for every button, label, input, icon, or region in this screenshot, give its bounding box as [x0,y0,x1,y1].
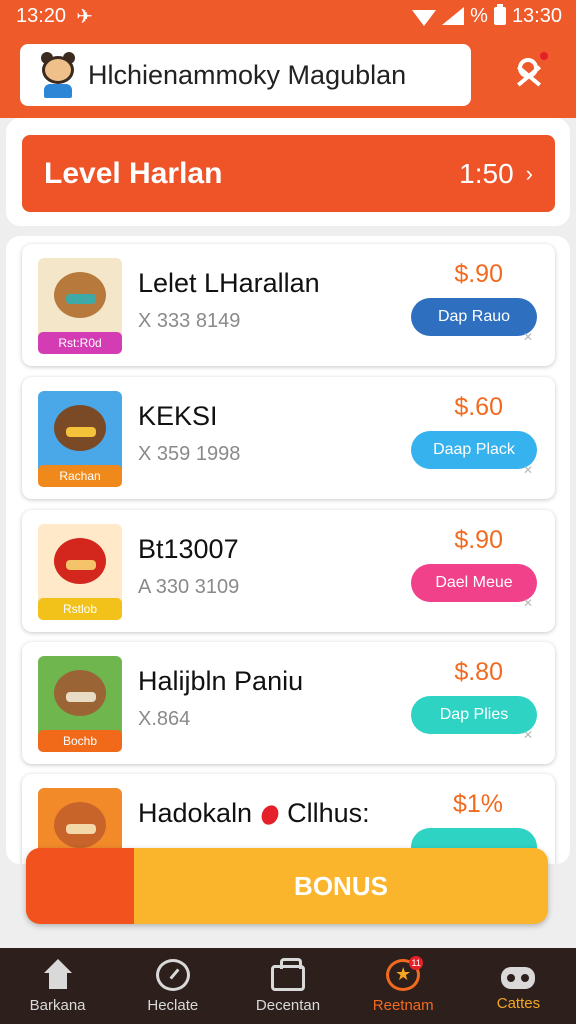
item-price: $.90 [454,526,503,554]
item-action-button[interactable]: Daap Plack [411,431,537,469]
level-banner[interactable]: Level Harlan 1:50 › [22,135,555,212]
signal-icon [442,7,465,25]
battery-icon [493,4,506,25]
home-icon [41,958,75,991]
item-list: Rst:R0d Lelet LHarallan X 333 8149 $.90 … [6,236,570,864]
status-left: 13:20 ✈ [16,4,93,29]
nav-label: Barkana [29,996,86,1014]
item-title-part: Cllhus: [287,798,370,828]
nav-badge: 11 [409,955,424,970]
nav-label: Decentan [255,996,321,1014]
wifi-icon [412,10,437,26]
corner-mark-icon: ✕ [522,463,533,477]
item-subtitle: X 333 8149 [138,310,241,332]
item-subtitle: X.864 [138,708,191,730]
status-bar: 13:20 ✈ % 13:30 [0,0,576,32]
status-percent: % [470,4,488,27]
list-item[interactable]: Rst:R0d Lelet LHarallan X 333 8149 $.90 … [22,244,555,366]
item-title: Hadokaln Cllhus: [138,798,370,829]
notification-icon: ✈ [76,5,93,28]
item-price: $.60 [454,393,503,421]
item-action-button[interactable]: Dap Rauo [411,298,537,336]
bottom-nav: Barkana Heclate Decentan ★ 11 Reetnam Ca… [0,948,576,1024]
item-thumbnail [38,391,122,475]
nav-label: Cattes [496,994,541,1012]
corner-mark-icon: ✕ [522,596,533,610]
status-clock: 13:30 [511,4,562,27]
level-right: 1:50 › [459,158,533,190]
item-tag: Rst:R0d [38,332,122,354]
item-tag: Rachan [38,465,122,487]
list-item[interactable]: Rachan KEKSI X 359 1998 $.60 Daap Plack … [22,377,555,499]
header: Hlchienammoky Magublan [0,32,576,118]
bonus-label: BONUS [294,870,388,901]
nav-item-heclate[interactable]: Heclate [115,948,230,1024]
item-thumbnail [38,656,122,740]
corner-mark-icon: ✕ [522,728,533,742]
item-tag: Rstlob [38,598,122,620]
list-item[interactable]: Bochb Halijbln Paniu X.864 $.80 Dap Plie… [22,642,555,764]
nav-item-reetnam[interactable]: ★ 11 Reetnam [346,948,461,1024]
item-price: $1% [452,790,503,818]
corner-mark-icon: ✕ [522,330,533,344]
nav-item-cattes[interactable]: Cattes [461,948,576,1024]
bonus-accent [26,848,134,924]
item-title: Halijbln Paniu [138,666,304,696]
search-box[interactable]: Hlchienammoky Magublan [20,44,471,106]
item-subtitle: A 330 3109 [138,576,240,598]
item-subtitle: X 359 1998 [138,443,241,465]
game-icon [501,966,536,989]
search-text: Hlchienammoky Magublan [88,59,407,90]
item-thumbnail [38,258,122,342]
status-time: 13:20 [16,4,67,27]
item-action-button[interactable]: Dap Plies [411,696,537,734]
item-tag: Bochb [38,730,122,752]
nav-label: Heclate [147,996,199,1014]
nav-item-decentan[interactable]: Decentan [230,948,345,1024]
item-title: KEKSI [138,401,218,431]
nav-item-barkana[interactable]: Barkana [0,948,115,1024]
rugby-ball-icon [258,802,282,828]
status-right: % 13:30 [412,4,562,28]
chevron-right-icon: › [525,160,533,186]
item-thumbnail [38,524,122,608]
star-icon: ★ 11 [386,955,424,991]
item-price: $.90 [454,260,503,288]
profile-button[interactable] [512,50,550,92]
item-title: Lelet LHarallan [138,268,320,298]
gauge-icon [155,958,190,991]
bonus-button[interactable]: BONUS [26,848,548,924]
item-action-button[interactable]: Dael Meue [411,564,537,602]
notification-dot [538,50,550,62]
list-item[interactable]: Rstlob Bt13007 A 330 3109 $.90 Dael Meue… [22,510,555,632]
box-icon [271,957,305,991]
item-title-part: Hadokaln [138,798,253,828]
level-section: Level Harlan 1:50 › [6,118,570,226]
item-price: $.80 [454,658,503,686]
item-title: Bt13007 [138,534,239,564]
nav-label: Reetnam [372,996,434,1014]
level-title: Level Harlan [44,156,223,190]
level-time: 1:50 [459,157,514,189]
mascot-icon [38,52,78,98]
